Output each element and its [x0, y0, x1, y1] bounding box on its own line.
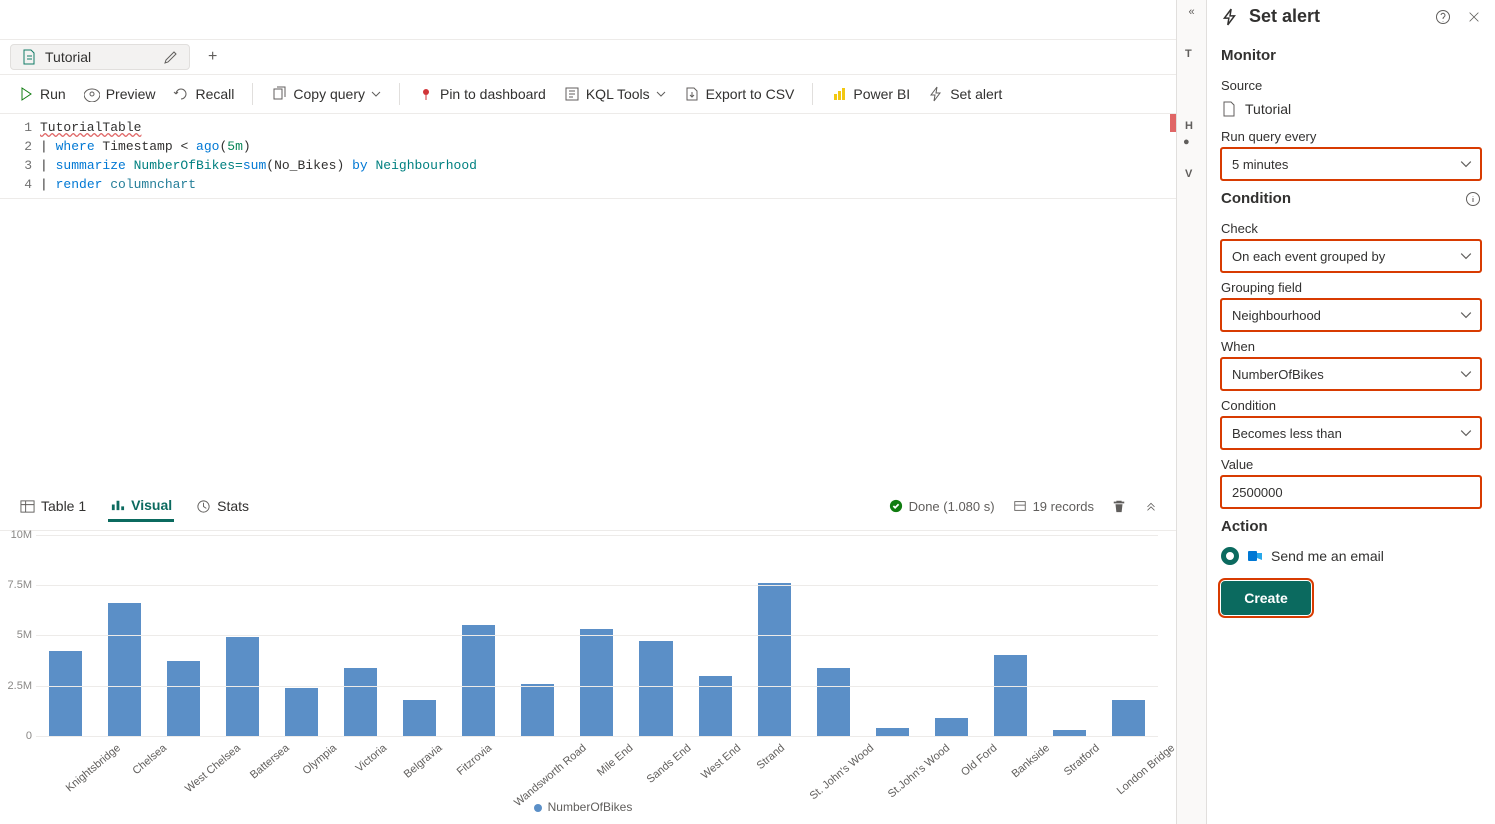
select-condition[interactable]: Becomes less than	[1221, 417, 1481, 449]
section-condition: Condition	[1221, 190, 1481, 207]
x-axis-labels: KnightsbridgeChelseaWest ChelseaBatterse…	[36, 736, 1158, 796]
results-tabs: Table 1 Visual Stats Done (1.080 s) 19 r…	[0, 483, 1176, 531]
section-monitor: Monitor	[1221, 47, 1481, 64]
info-icon[interactable]	[1465, 191, 1481, 207]
pin-dashboard-button[interactable]: Pin to dashboard	[418, 86, 546, 102]
y-axis: 02.5M5M7.5M10M	[8, 535, 36, 737]
copy-query-button[interactable]: Copy query	[271, 86, 381, 102]
minimap-highlight	[1170, 114, 1176, 132]
toolbar-separator	[812, 83, 813, 105]
label-value: Value	[1221, 457, 1481, 472]
recall-icon	[173, 86, 189, 102]
preview-icon	[84, 86, 100, 102]
copy-query-label: Copy query	[293, 86, 365, 102]
toolbar-separator	[399, 83, 400, 105]
toolbar: Run Preview Recall Copy query	[0, 74, 1176, 114]
toolbar-separator	[252, 83, 253, 105]
tab-tutorial[interactable]: Tutorial	[10, 44, 190, 70]
chevron-down-icon	[1460, 158, 1472, 170]
set-alert-label: Set alert	[950, 86, 1002, 102]
chevron-down-icon	[1460, 427, 1472, 439]
label-condition: Condition	[1221, 398, 1481, 413]
code-editor[interactable]: 1 2 3 4 TutorialTable | where Timestamp …	[0, 114, 1176, 199]
top-blank-bar	[0, 0, 1176, 40]
label-when: When	[1221, 339, 1481, 354]
set-alert-button[interactable]: Set alert	[928, 86, 1002, 102]
stats-icon	[196, 499, 211, 514]
bars-wrap	[36, 535, 1158, 737]
export-icon	[684, 86, 700, 102]
source-value-row: Tutorial	[1221, 97, 1481, 121]
panel-title: Set alert	[1249, 6, 1425, 27]
collapse-icon[interactable]	[1144, 499, 1158, 513]
pin-icon	[418, 86, 434, 102]
line-gutter: 1 2 3 4	[0, 114, 40, 198]
chevron-down-icon	[1460, 250, 1472, 262]
create-button[interactable]: Create	[1221, 581, 1311, 615]
radio-icon	[1221, 547, 1239, 565]
input-value[interactable]: 2500000	[1221, 476, 1481, 508]
recall-button[interactable]: Recall	[173, 86, 234, 102]
chart-area: 02.5M5M7.5M10M KnightsbridgeChelseaWest …	[0, 531, 1176, 824]
label-source: Source	[1221, 78, 1481, 93]
chevron-down-icon	[371, 89, 381, 99]
expand-left-icon[interactable]: «	[1177, 0, 1206, 24]
label-grouping: Grouping field	[1221, 280, 1481, 295]
results-status: Done (1.080 s) 19 records	[889, 499, 1158, 514]
chevron-down-icon	[1460, 309, 1472, 321]
power-bi-label: Power BI	[853, 86, 910, 102]
power-bi-icon	[831, 86, 847, 102]
editor-blank-area[interactable]	[0, 199, 1176, 483]
preview-label: Preview	[106, 86, 156, 102]
tab-table[interactable]: Table 1	[18, 492, 88, 520]
outlook-icon	[1247, 548, 1263, 564]
table-icon	[20, 499, 35, 514]
new-tab-button[interactable]: +	[200, 44, 225, 70]
records-icon	[1013, 499, 1027, 513]
select-run-every[interactable]: 5 minutes	[1221, 148, 1481, 180]
recall-label: Recall	[195, 86, 234, 102]
check-icon	[889, 499, 903, 513]
preview-button[interactable]: Preview	[84, 86, 156, 102]
code-lines[interactable]: TutorialTable | where Timestamp < ago(5m…	[40, 114, 1176, 198]
kql-tools-label: KQL Tools	[586, 86, 650, 102]
tab-stats[interactable]: Stats	[194, 492, 251, 520]
export-csv-button[interactable]: Export to CSV	[684, 86, 795, 102]
kql-tools-button[interactable]: KQL Tools	[564, 86, 666, 102]
chart-legend: NumberOfBikes	[8, 796, 1158, 818]
set-alert-panel: Set alert Monitor Source Tutorial Run qu…	[1207, 0, 1495, 824]
side-strip[interactable]: « T H ● V	[1177, 0, 1207, 824]
select-check[interactable]: On each event grouped by	[1221, 240, 1481, 272]
help-icon[interactable]	[1435, 9, 1451, 25]
pencil-icon[interactable]	[163, 49, 179, 65]
select-when[interactable]: NumberOfBikes	[1221, 358, 1481, 390]
run-label: Run	[40, 86, 66, 102]
chevron-down-icon	[656, 89, 666, 99]
label-check: Check	[1221, 221, 1481, 236]
bolt-icon	[1221, 8, 1239, 26]
export-csv-label: Export to CSV	[706, 86, 795, 102]
select-grouping[interactable]: Neighbourhood	[1221, 299, 1481, 331]
tab-label: Tutorial	[45, 49, 155, 65]
copy-icon	[271, 86, 287, 102]
tab-visual[interactable]: Visual	[108, 491, 174, 522]
legend-dot	[534, 804, 542, 812]
file-tabs: Tutorial +	[0, 40, 1176, 74]
chart-icon	[110, 497, 125, 512]
kql-tools-icon	[564, 86, 580, 102]
close-icon[interactable]	[1467, 10, 1481, 24]
bolt-icon	[928, 86, 944, 102]
power-bi-button[interactable]: Power BI	[831, 86, 910, 102]
section-action: Action	[1221, 518, 1481, 535]
pin-label: Pin to dashboard	[440, 86, 546, 102]
chevron-down-icon	[1460, 368, 1472, 380]
query-file-icon	[1221, 101, 1237, 117]
run-button[interactable]: Run	[18, 86, 66, 102]
play-icon	[18, 86, 34, 102]
label-run-every: Run query every	[1221, 129, 1481, 144]
trash-icon[interactable]	[1112, 499, 1126, 513]
radio-send-email[interactable]: Send me an email	[1221, 541, 1481, 571]
query-file-icon	[21, 49, 37, 65]
